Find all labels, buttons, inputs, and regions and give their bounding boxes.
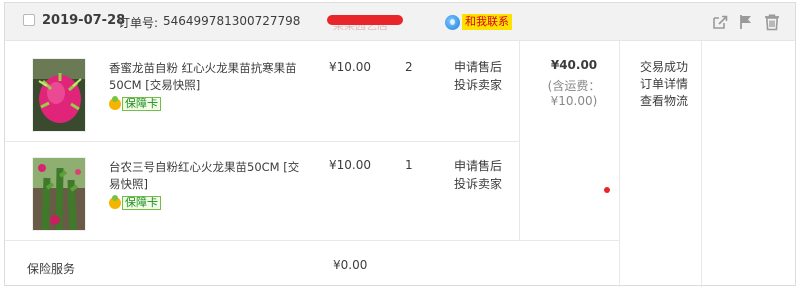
guarantee-label: 保障卡 [122,97,161,111]
column-divider [519,41,520,241]
item-price: ¥10.00 [329,158,371,172]
apply-after-sales-link[interactable]: 申请售后 [454,58,502,76]
order-date: 2019-07-28 [42,13,126,28]
item-quantity: 2 [405,60,413,74]
item-operations: 申请售后 投诉卖家 [454,157,502,193]
trade-status: 交易成功 [639,60,688,74]
product-title[interactable]: 香蜜龙苗自粉 红心火龙果苗抗寒果苗50CM [交易快照] [109,60,309,94]
product-title[interactable]: 台农三号自粉红心火龙果苗50CM [交易快照] [109,159,309,193]
apply-after-sales-link[interactable]: 申请售后 [454,157,502,175]
guarantee-icon [109,195,121,209]
insurance-label: 保险服务 [27,262,76,276]
shipping-fee: (含运费：¥10.00) [547,79,601,108]
order-card: 2019-07-28 订单号: 546499781300727798 某某园艺店… [4,2,796,287]
order-status: 交易成功 订单详情 查看物流 [623,59,705,110]
complain-seller-link[interactable]: 投诉卖家 [454,175,502,193]
contact-seller-button[interactable]: 和我联系 [445,14,512,30]
complain-seller-link[interactable]: 投诉卖家 [454,76,502,94]
order-detail-link[interactable]: 订单详情 [623,76,705,93]
item-operations: 申请售后 投诉卖家 [454,58,502,94]
wangwang-icon [445,14,460,30]
row-divider [5,141,519,142]
contact-seller-label: 和我联系 [462,14,512,30]
guarantee-badge[interactable]: 保障卡 [109,195,161,210]
order-header: 2019-07-28 订单号: 546499781300727798 某某园艺店… [5,3,795,41]
flag-icon[interactable] [737,13,755,31]
shop-name-redaction [327,15,403,25]
guarantee-label: 保障卡 [122,196,161,210]
order-number-label: 订单号: [118,16,159,30]
order-number: 546499781300727798 [163,14,301,28]
share-icon[interactable] [711,13,729,31]
item-quantity: 1 [405,158,413,172]
trash-icon[interactable] [763,13,781,31]
product-thumbnail[interactable] [32,157,86,231]
insurance-price: ¥0.00 [333,258,368,272]
guarantee-icon [109,96,121,110]
row-divider [5,240,619,241]
checkbox-icon[interactable] [23,14,35,26]
product-thumbnail[interactable] [32,58,86,132]
notification-dot [604,187,610,193]
view-logistics-link[interactable]: 查看物流 [623,93,705,110]
guarantee-badge[interactable]: 保障卡 [109,96,161,111]
order-total: ¥40.00 [550,58,598,72]
item-price: ¥10.00 [329,60,371,74]
